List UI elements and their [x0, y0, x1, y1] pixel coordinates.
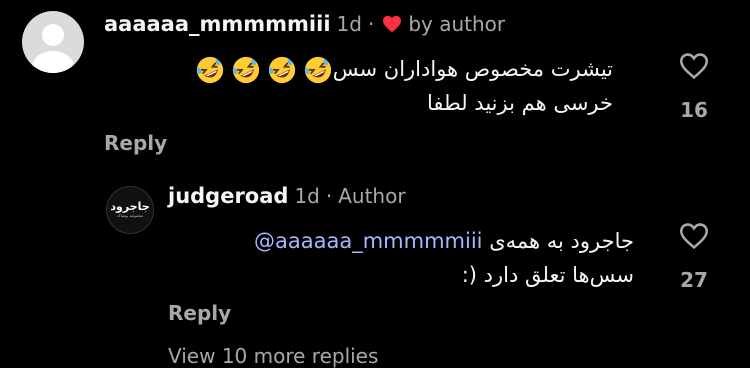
comment-like: 16	[674, 52, 714, 122]
laughing-emoji-icon	[268, 56, 295, 84]
comment-meta: aaaaaa_mmmmmiii 1d · by author	[104, 12, 505, 36]
commenter-avatar[interactable]	[22, 11, 84, 73]
author-badge: Author	[338, 184, 406, 208]
reply-time: 1d	[294, 184, 320, 208]
laughing-emoji-icon	[196, 56, 223, 84]
liked-by-author-label: by author	[408, 12, 506, 36]
meta-separator: ·	[367, 12, 375, 36]
avatar-brand-word: جاجرود	[110, 200, 150, 213]
heart-outline-icon[interactable]	[674, 52, 714, 84]
comment-time: 1d	[336, 12, 362, 36]
reply-username[interactable]: judgeroad	[168, 184, 288, 208]
mention-link[interactable]: @aaaaaa_mmmmmiii	[254, 229, 483, 253]
heart-filled-icon	[382, 15, 402, 37]
reply-text: جاجرود به همه‌ی @aaaaaa_mmmmmiii سس‌ها ت…	[154, 224, 634, 292]
reply-like: 27	[674, 222, 714, 292]
reply-text-line-2: سس‌ها تعلق دارد (:	[461, 263, 634, 287]
reply-avatar[interactable]: جاجرود مجموعه پوشاک	[106, 186, 154, 234]
laughing-emoji-icon	[304, 56, 331, 84]
user-silhouette-icon	[32, 24, 74, 73]
reply-meta-separator: ·	[325, 184, 333, 208]
reply-like-count: 27	[680, 268, 708, 292]
comment-text: تیشرت مخصوص هواداران سس خرسی هم بزنید لط…	[93, 52, 613, 120]
reply-meta: judgeroad 1d · Author	[168, 184, 406, 208]
emoji-row	[195, 55, 333, 85]
view-more-replies[interactable]: View 10 more replies	[168, 344, 378, 368]
laughing-emoji-icon	[232, 56, 259, 84]
heart-outline-icon[interactable]	[674, 222, 714, 254]
avatar-brand-subtitle: مجموعه پوشاک	[116, 213, 144, 218]
comment-text-line-1: تیشرت مخصوص هواداران سس	[93, 52, 613, 86]
reply-to-reply-button[interactable]: Reply	[168, 301, 231, 325]
reply-button[interactable]: Reply	[104, 131, 167, 155]
comment-text-line-2: خرسی هم بزنید لطفا	[426, 91, 613, 115]
reply-text-line-1: جاجرود به همه‌ی @aaaaaa_mmmmmiii	[254, 229, 634, 253]
comment-like-count: 16	[680, 98, 708, 122]
comment-username[interactable]: aaaaaa_mmmmmiii	[104, 12, 331, 36]
